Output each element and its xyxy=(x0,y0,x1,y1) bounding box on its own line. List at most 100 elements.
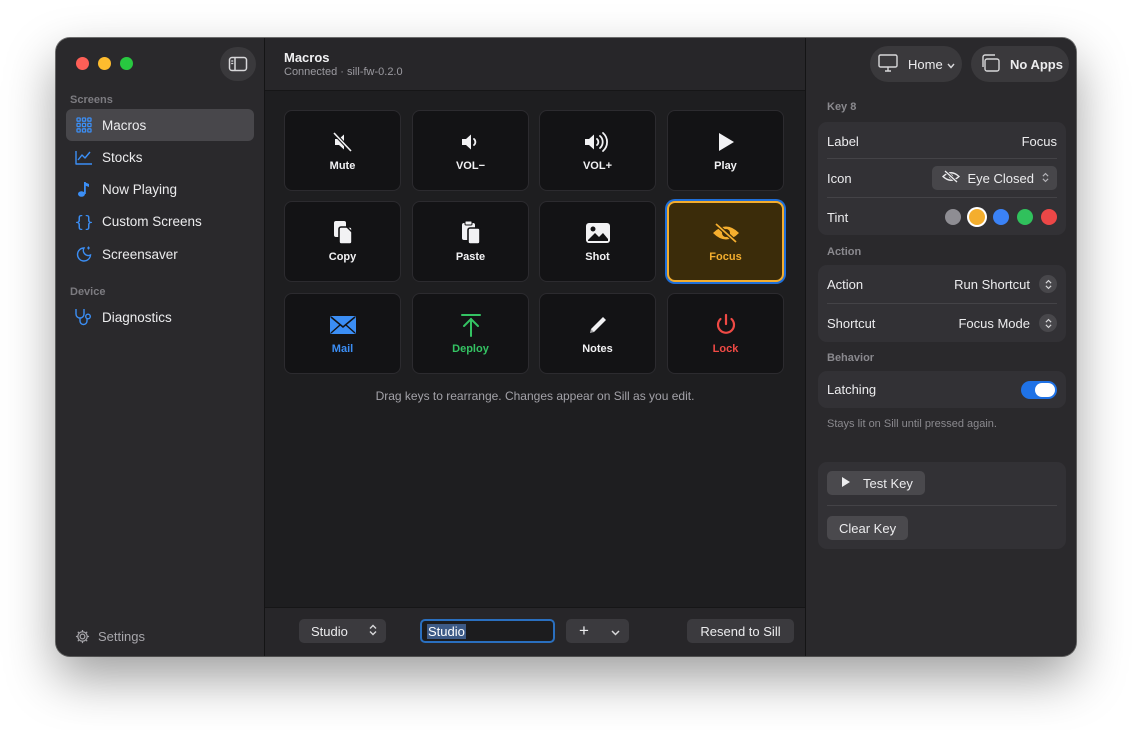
tint-swatch[interactable] xyxy=(1041,209,1057,225)
key-notes[interactable]: Notes xyxy=(539,293,656,374)
copy-icon xyxy=(332,220,354,246)
key-deploy[interactable]: Deploy xyxy=(412,293,529,374)
label-field-name: Label xyxy=(827,133,859,149)
profile-select-value: Studio xyxy=(311,623,348,639)
tint-swatch[interactable] xyxy=(1017,209,1033,225)
speaker-high-icon xyxy=(582,129,614,155)
key-vol-up[interactable]: VOL+ xyxy=(539,110,656,191)
chevron-up-down-icon xyxy=(1039,314,1057,332)
key-mail[interactable]: Mail xyxy=(284,293,401,374)
key-vol-down[interactable]: VOL− xyxy=(412,110,529,191)
action-select-value: Run Shortcut xyxy=(954,276,1030,292)
key-copy[interactable]: Copy xyxy=(284,201,401,282)
profile-select[interactable]: Studio xyxy=(299,619,386,643)
tint-swatch[interactable] xyxy=(945,209,961,225)
resend-button[interactable]: Resend to Sill xyxy=(687,619,794,643)
test-key-label: Test Key xyxy=(863,475,913,491)
shortcut-select[interactable]: Focus Mode xyxy=(958,314,1057,332)
key-mute[interactable]: Mute xyxy=(284,110,401,191)
eye-slash-icon xyxy=(711,220,741,246)
key-properties-card: Label Focus Icon Eye Closed Tint xyxy=(818,122,1066,235)
tint-row: Tint xyxy=(827,198,1057,236)
profile-name-field[interactable]: Studio xyxy=(420,619,555,643)
shortcut-select-value: Focus Mode xyxy=(958,315,1030,331)
minimize-window-button[interactable] xyxy=(98,57,111,70)
sidebar-item-macros[interactable]: Macros xyxy=(66,109,254,141)
speaker-low-icon xyxy=(459,129,483,155)
latching-note: Stays lit on Sill until pressed again. xyxy=(827,418,997,430)
test-key-button[interactable]: Test Key xyxy=(827,471,925,495)
connection-status: Connected · sill-fw-0.2.0 xyxy=(284,66,403,78)
action-field-name: Action xyxy=(827,276,864,292)
tint-swatch[interactable] xyxy=(993,209,1009,225)
eye-slash-icon xyxy=(941,169,960,186)
latching-toggle[interactable] xyxy=(1021,380,1057,399)
grid-icon xyxy=(74,115,94,135)
speaker-slash-icon xyxy=(331,129,355,155)
play-icon xyxy=(715,129,737,155)
zoom-window-button[interactable] xyxy=(120,57,133,70)
sidebar-item-custom-screens[interactable]: {} Custom Screens xyxy=(66,205,254,237)
key-label: Notes xyxy=(582,343,613,355)
latching-field-name: Latching xyxy=(827,382,877,397)
chevron-down-icon xyxy=(947,57,955,72)
icon-row: Icon Eye Closed xyxy=(827,159,1057,197)
macro-key-grid: Mute VOL− VOL+ Play Copy Paste Shot Focu… xyxy=(265,91,805,607)
settings-button[interactable]: Settings xyxy=(74,628,145,644)
chevron-down-icon xyxy=(611,624,620,639)
sidebar-item-screensaver[interactable]: Screensaver xyxy=(66,238,254,270)
key-label: Mute xyxy=(329,160,356,172)
pencil-icon xyxy=(587,312,609,338)
action-card: Action Run Shortcut Shortcut Focus Mode xyxy=(818,265,1066,342)
music-note-icon xyxy=(74,179,94,199)
sidebar-item-label: Macros xyxy=(102,117,147,133)
tint-swatch[interactable] xyxy=(969,209,985,225)
home-label: Home xyxy=(908,56,943,72)
stethoscope-icon xyxy=(74,307,94,327)
key-label: Paste xyxy=(455,251,486,263)
settings-label: Settings xyxy=(98,628,145,644)
latching-row: Latching xyxy=(827,371,1057,408)
key-label: VOL− xyxy=(455,160,486,172)
key-label: Lock xyxy=(712,343,739,355)
gear-icon xyxy=(74,628,90,644)
sidebar-item-now-playing[interactable]: Now Playing xyxy=(66,173,254,205)
apps-label: No Apps xyxy=(1010,56,1063,72)
key-focus[interactable]: Focus xyxy=(667,201,784,282)
plus-icon: + xyxy=(579,621,589,640)
paste-icon xyxy=(460,220,482,246)
sidebar-toggle-button[interactable] xyxy=(220,47,256,81)
icon-select[interactable]: Eye Closed xyxy=(931,166,1057,190)
sidebar-item-label: Diagnostics xyxy=(102,309,172,325)
key-label: Play xyxy=(714,160,737,172)
profile-name-value: Studio xyxy=(427,623,466,639)
rearrange-hint: Drag keys to rearrange. Changes appear o… xyxy=(375,389,695,403)
apps-button[interactable]: No Apps xyxy=(971,46,1069,82)
braces-icon: {} xyxy=(74,211,94,231)
tint-field-name: Tint xyxy=(827,209,849,225)
key-paste[interactable]: Paste xyxy=(412,201,529,282)
chevron-up-down-icon xyxy=(1039,275,1057,293)
clear-key-button[interactable]: Clear Key xyxy=(827,516,909,540)
key-lock[interactable]: Lock xyxy=(667,293,784,374)
key-play[interactable]: Play xyxy=(667,110,784,191)
content-header: Macros Connected · sill-fw-0.2.0 xyxy=(265,38,805,91)
key-actions-card: Test Key Clear Key xyxy=(818,462,1066,549)
tint-picker xyxy=(937,209,1057,225)
sidebar-item-stocks[interactable]: Stocks xyxy=(66,141,254,173)
action-select[interactable]: Run Shortcut xyxy=(954,275,1057,293)
home-menu-button[interactable]: Home xyxy=(870,46,962,82)
envelope-icon xyxy=(329,312,357,338)
section-label-device: Device xyxy=(70,286,106,298)
add-profile-button[interactable]: + xyxy=(566,619,629,643)
arrow-up-to-line-icon xyxy=(460,312,482,338)
sidebar-item-label: Screensaver xyxy=(102,246,178,262)
clear-key-label: Clear Key xyxy=(839,520,897,536)
key-label: Deploy xyxy=(452,343,489,355)
photo-icon xyxy=(585,220,611,246)
key-title: Key 8 xyxy=(827,101,857,113)
sidebar-item-diagnostics[interactable]: Diagnostics xyxy=(66,301,254,333)
label-field-value[interactable]: Focus xyxy=(1022,134,1057,149)
key-shot[interactable]: Shot xyxy=(539,201,656,282)
close-window-button[interactable] xyxy=(76,57,89,70)
